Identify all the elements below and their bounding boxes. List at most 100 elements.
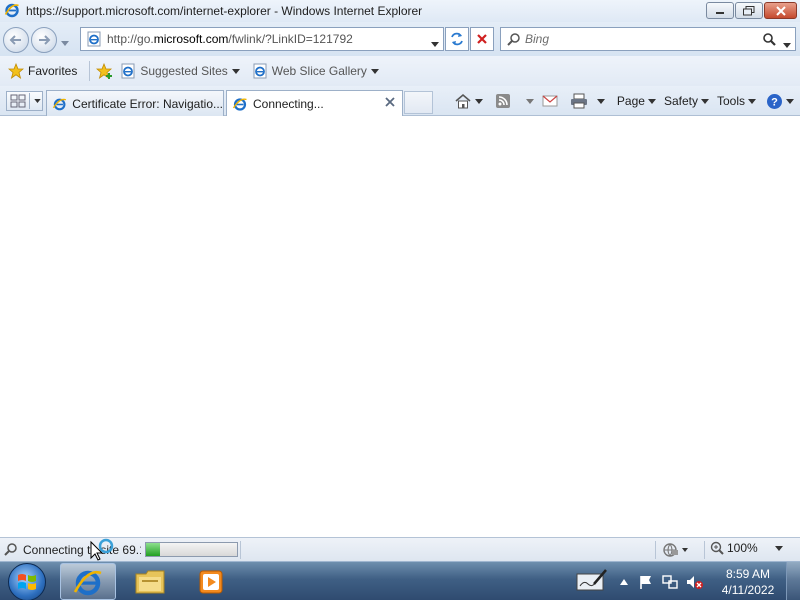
page-menu-label: Page — [616, 94, 645, 108]
help-button[interactable]: ? — [766, 93, 794, 110]
address-bar[interactable]: http://go.microsoft.com/fwlink/?LinkID=1… — [80, 27, 444, 51]
chevron-down-icon — [596, 98, 605, 104]
read-mail-button[interactable] — [542, 95, 558, 107]
print-button[interactable] — [570, 93, 605, 109]
address-text: http://go.microsoft.com/fwlink/?LinkID=1… — [107, 32, 353, 46]
close-icon — [385, 97, 395, 107]
divider — [29, 93, 30, 109]
forward-arrow-icon — [39, 35, 51, 45]
clock-date: 4/11/2022 — [721, 582, 775, 597]
tab-bar: Certificate Error: Navigatio... Connecti… — [0, 86, 800, 116]
start-button[interactable] — [8, 563, 46, 600]
favorites-bar: Favorites Suggested Sites Web Slice Gall… — [0, 56, 800, 86]
zoom-icon — [710, 541, 724, 555]
windows-logo-icon — [18, 574, 36, 590]
restore-button[interactable] — [735, 2, 763, 19]
folder-icon — [135, 570, 165, 593]
network-icon[interactable] — [662, 574, 678, 590]
divider — [240, 541, 241, 559]
favorites-button[interactable]: Favorites — [8, 63, 77, 79]
help-icon: ? — [767, 93, 782, 109]
progress-bar — [145, 542, 238, 557]
quick-tabs-button[interactable] — [6, 91, 43, 111]
refresh-icon — [451, 32, 463, 46]
ie-logo-icon — [4, 2, 20, 21]
media-player-icon — [199, 570, 223, 593]
taskbar-media-player[interactable] — [183, 563, 239, 600]
rss-feed-icon — [495, 94, 510, 108]
volume-muted-icon[interactable] — [686, 574, 704, 590]
ie-logo-icon — [52, 98, 67, 110]
close-button[interactable] — [764, 2, 797, 19]
chevron-down-icon — [231, 68, 240, 74]
taskbar-windows-explorer[interactable] — [122, 563, 178, 600]
taskbar-internet-explorer[interactable] — [60, 563, 116, 600]
stop-button[interactable] — [470, 27, 494, 51]
action-center-flag-icon[interactable] — [638, 574, 654, 590]
tablet-input-panel-button[interactable] — [576, 568, 608, 595]
tab-list-chevron-icon[interactable] — [34, 99, 41, 103]
search-icon — [507, 33, 520, 46]
close-tab-button[interactable] — [384, 96, 396, 111]
search-options-dropdown[interactable] — [783, 37, 791, 51]
search-go-icon[interactable] — [761, 32, 777, 48]
safety-menu[interactable]: Safety — [664, 94, 709, 108]
taskbar: 8:59 AM 4/11/2022 — [0, 561, 800, 600]
safety-menu-label: Safety — [663, 94, 698, 108]
chevron-down-icon — [700, 98, 709, 104]
close-icon — [775, 5, 786, 16]
back-arrow-icon — [9, 35, 21, 45]
chevron-down-icon — [748, 98, 756, 104]
chevron-down-icon — [647, 98, 656, 104]
show-hidden-icons-chevron[interactable] — [620, 578, 628, 585]
tab-certificate-error[interactable]: Certificate Error: Navigatio... — [46, 90, 224, 116]
search-box[interactable]: Bing — [500, 27, 796, 51]
window-title: https://support.microsoft.com/internet-e… — [26, 4, 423, 18]
search-placeholder: Bing — [525, 32, 550, 46]
chevron-down-icon — [783, 43, 791, 48]
minimize-button[interactable] — [706, 2, 734, 19]
address-dropdown[interactable] — [431, 36, 439, 50]
title-bar: https://support.microsoft.com/internet-e… — [0, 0, 800, 22]
zoom-level: 100% — [727, 541, 758, 555]
home-icon — [455, 93, 471, 109]
tools-menu[interactable]: Tools — [717, 94, 756, 108]
forward-button[interactable] — [31, 27, 57, 53]
show-desktop-button[interactable] — [786, 562, 800, 600]
add-to-favorites-bar-button[interactable] — [96, 63, 114, 79]
new-tab-button[interactable] — [404, 91, 433, 114]
favorites-bar-item[interactable]: Suggested Sites — [120, 63, 240, 79]
tab-label: Connecting... — [253, 96, 324, 111]
home-button[interactable] — [454, 93, 483, 109]
command-bar: Page Safety Tools ? — [446, 90, 794, 112]
status-bar: Connecting to site 69.1 100% — [0, 537, 800, 561]
chevron-down-icon — [370, 68, 379, 74]
mail-icon — [542, 95, 558, 107]
globe-lock-icon — [663, 543, 688, 557]
zoom-control[interactable]: 100% — [710, 541, 783, 555]
svg-text:?: ? — [771, 96, 778, 108]
divider — [704, 541, 705, 559]
tab-label: Certificate Error: Navigatio... — [72, 96, 223, 111]
security-zone-button[interactable] — [662, 542, 688, 561]
taskbar-clock[interactable]: 8:59 AM 4/11/2022 — [710, 566, 786, 598]
status-text: Connecting to site 69.1 — [23, 542, 141, 557]
back-button[interactable] — [3, 27, 29, 53]
feeds-button[interactable] — [495, 93, 534, 109]
clock-time: 8:59 AM — [725, 566, 771, 581]
page-content[interactable] — [0, 117, 800, 536]
tab-connecting[interactable]: Connecting... — [226, 90, 403, 116]
ie-page-icon — [121, 63, 135, 79]
recent-pages-dropdown[interactable] — [61, 35, 69, 49]
ie-page-icon — [253, 63, 267, 79]
refresh-button[interactable] — [445, 27, 469, 51]
restore-icon — [743, 5, 755, 15]
page-menu[interactable]: Page — [617, 94, 656, 108]
search-status-icon — [4, 542, 17, 556]
tools-menu-label: Tools — [716, 94, 745, 108]
tablet-pen-icon — [576, 569, 607, 591]
favorites-bar-item[interactable]: Web Slice Gallery — [252, 63, 379, 79]
web-slice-gallery-label: Web Slice Gallery — [271, 64, 367, 78]
divider — [89, 61, 91, 81]
favorites-star-icon — [8, 63, 24, 79]
